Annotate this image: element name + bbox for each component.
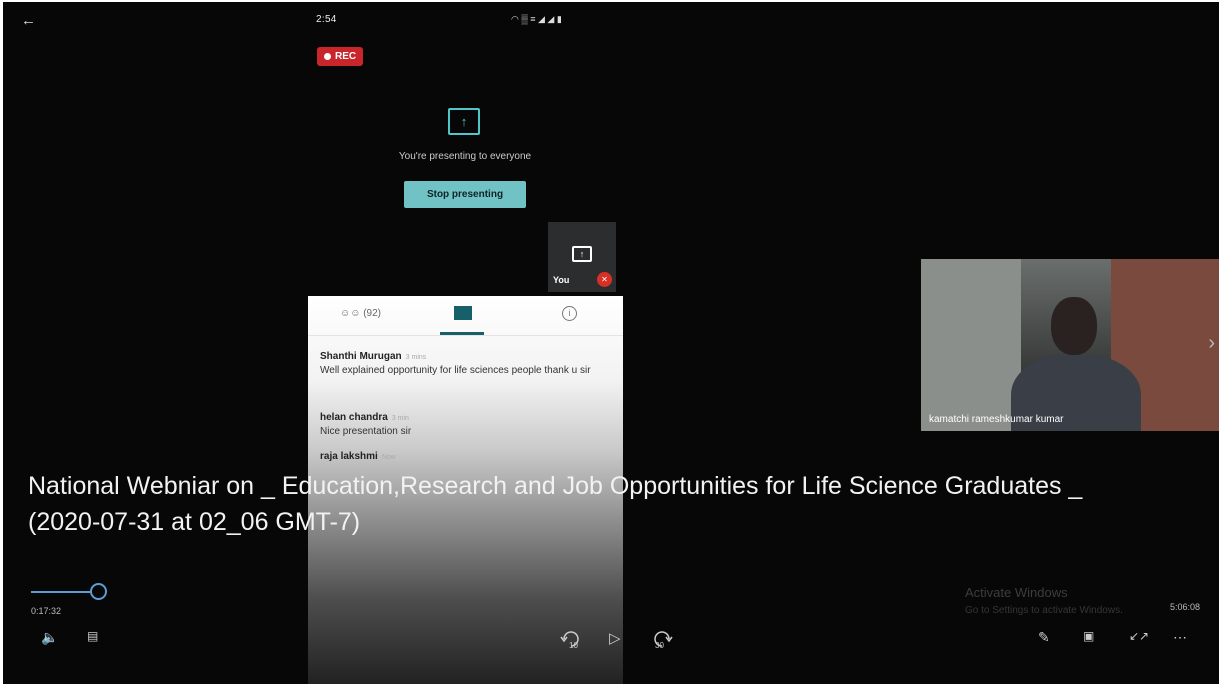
status-bar-time: 2:54: [316, 14, 337, 25]
chat-text: Nice presentation sir: [320, 426, 412, 437]
chat-message: Shanthi Murugan 3 mins Well explained opp…: [320, 351, 610, 377]
video-player: ← 2:54 ◠ ▒ ≡ ◢ ◢ ▮ REC ↑ You're presenti…: [3, 2, 1219, 684]
self-video-tile[interactable]: ↑ You ✕: [548, 222, 616, 292]
skip-forward-seconds: 30: [655, 641, 664, 650]
people-count: (92): [363, 308, 381, 319]
mini-view-icon[interactable]: ▣: [1083, 629, 1094, 643]
people-icon: ☺☺: [340, 308, 361, 319]
time-elapsed: 0:17:32: [31, 606, 62, 616]
tab-people[interactable]: ☺☺ (92): [340, 308, 381, 319]
info-icon[interactable]: i: [562, 306, 577, 321]
status-bar-icons: ◠ ▒ ≡ ◢ ◢ ▮: [511, 14, 562, 24]
remote-participant-tile[interactable]: kamatchi rameshkumar kumar: [921, 259, 1219, 431]
activate-windows-subtitle: Go to Settings to activate Windows.: [965, 605, 1123, 616]
background-wall: [921, 259, 1021, 431]
seek-bar[interactable]: [31, 592, 1203, 594]
present-screen-icon: ↑: [448, 108, 480, 135]
seek-bar-thumb[interactable]: [90, 583, 107, 600]
presenting-status-text: You're presenting to everyone: [398, 151, 532, 162]
video-title: National Webniar on _ Education,Research…: [28, 472, 1083, 536]
chat-time: 3 mins: [405, 354, 427, 361]
back-arrow-icon[interactable]: ←: [21, 12, 36, 29]
rec-label: REC: [335, 51, 357, 62]
skip-back-icon[interactable]: 10: [560, 630, 582, 650]
rec-dot-icon: [324, 53, 331, 60]
stop-presenting-button[interactable]: Stop presenting: [404, 181, 526, 208]
participant-head: [1051, 297, 1097, 355]
volume-icon[interactable]: 🔈: [41, 629, 58, 646]
remote-participant-name: kamatchi rameshkumar kumar: [929, 414, 1064, 425]
time-total: 5:06:08: [1170, 602, 1201, 612]
chat-message: helan chandra 3 min Nice presentation sir: [320, 412, 610, 438]
chat-author: helan chandra: [320, 412, 388, 423]
self-tile-label: You: [553, 275, 570, 285]
rec-badge: REC: [317, 47, 364, 66]
seek-bar-played: [31, 591, 98, 593]
present-screen-small-icon: ↑: [572, 246, 592, 262]
chat-tab-bar: ☺☺ (92) i: [308, 296, 623, 336]
exit-fullscreen-icon[interactable]: ↙↗: [1129, 629, 1149, 643]
play-icon[interactable]: ▷: [609, 629, 621, 647]
chat-time: Now: [381, 454, 396, 461]
more-options-icon[interactable]: ⋯: [1173, 629, 1187, 646]
chat-author: Shanthi Murugan: [320, 351, 402, 362]
chat-bubble-icon[interactable]: [454, 306, 472, 320]
chevron-right-icon[interactable]: ›: [1208, 332, 1215, 355]
chat-time: 3 min: [391, 415, 409, 422]
chat-message: raja lakshmi Now: [320, 451, 610, 465]
mic-muted-icon: ✕: [597, 272, 612, 287]
chat-author: raja lakshmi: [320, 451, 378, 462]
chat-text: Well explained opportunity for life scie…: [320, 365, 591, 376]
tab-chat-indicator: [440, 332, 484, 335]
captions-icon[interactable]: ▤: [87, 629, 98, 643]
skip-back-seconds: 10: [569, 641, 578, 650]
skip-forward-icon[interactable]: 30: [651, 630, 673, 650]
pencil-icon[interactable]: ✎: [1038, 629, 1050, 646]
